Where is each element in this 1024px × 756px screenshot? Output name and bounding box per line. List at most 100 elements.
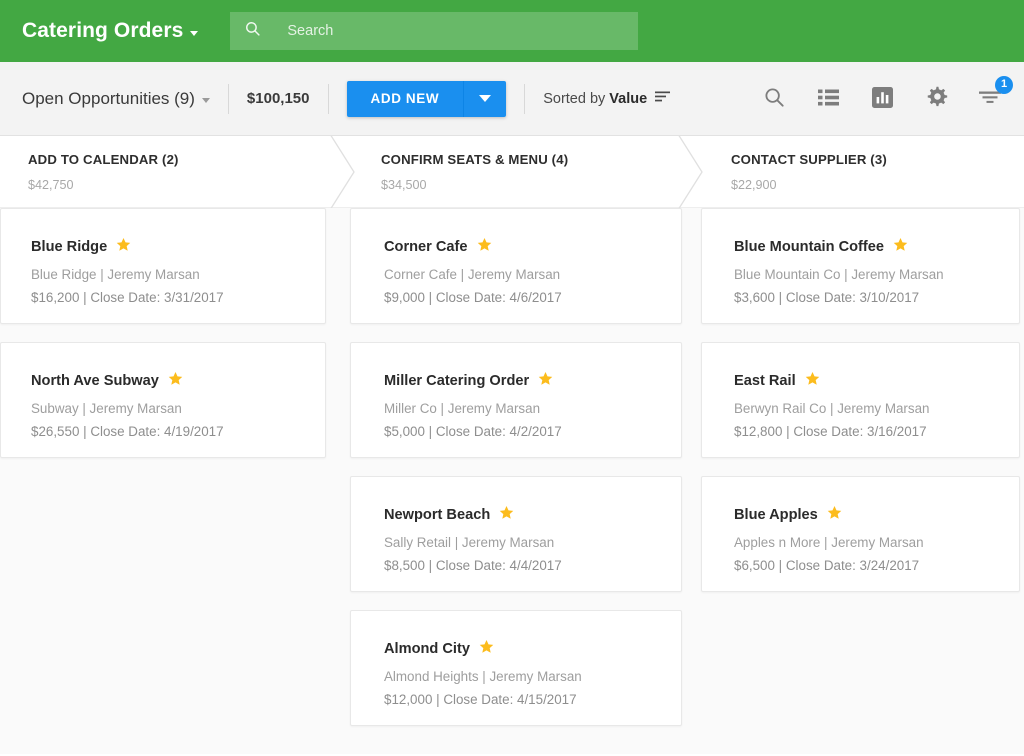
caret-down-icon bbox=[190, 30, 199, 36]
app-title-text: Catering Orders bbox=[22, 19, 184, 42]
search-input[interactable] bbox=[287, 12, 625, 50]
star-icon[interactable] bbox=[893, 237, 908, 257]
star-icon[interactable] bbox=[116, 237, 131, 257]
opportunity-card[interactable]: East Rail Berwyn Rail Co | Jeremy Marsan… bbox=[701, 342, 1020, 458]
opportunity-card[interactable]: Almond City Almond Heights | Jeremy Mars… bbox=[350, 610, 682, 726]
add-new-button-group[interactable]: ADD NEW bbox=[346, 80, 507, 117]
kanban-column-contact-supplier: Blue Mountain Coffee Blue Mountain Co | … bbox=[693, 208, 1024, 754]
card-account: Berwyn Rail Co | Jeremy Marsan bbox=[734, 401, 930, 416]
card-title: Almond City bbox=[384, 641, 470, 657]
star-icon[interactable] bbox=[805, 371, 820, 391]
card-title-row: Blue Apples bbox=[734, 505, 997, 525]
card-title: Corner Cafe bbox=[384, 239, 468, 255]
opportunity-card[interactable]: Corner Cafe Corner Cafe | Jeremy Marsan … bbox=[350, 208, 682, 324]
sorted-by-prefix: Sorted by bbox=[543, 90, 606, 107]
card-account: Subway | Jeremy Marsan bbox=[31, 401, 182, 416]
filter-count-badge: 1 bbox=[995, 75, 1013, 94]
star-icon[interactable] bbox=[827, 505, 842, 525]
card-title-row: Blue Ridge bbox=[31, 237, 303, 257]
toolbar-divider bbox=[524, 83, 526, 114]
card-account: Blue Mountain Co | Jeremy Marsan bbox=[734, 267, 944, 282]
gear-icon-button[interactable] bbox=[922, 85, 950, 113]
card-meta: $16,200 | Close Date: 3/31/2017 bbox=[31, 290, 224, 305]
card-meta: $6,500 | Close Date: 3/24/2017 bbox=[734, 558, 920, 573]
search-icon bbox=[244, 20, 261, 42]
card-meta: $3,600 | Close Date: 3/10/2017 bbox=[734, 290, 920, 305]
card-title-row: Corner Cafe bbox=[384, 237, 659, 257]
card-title: Blue Apples bbox=[734, 507, 818, 523]
card-title-row: Blue Mountain Coffee bbox=[734, 237, 997, 257]
card-account: Almond Heights | Jeremy Marsan bbox=[384, 669, 582, 684]
opportunity-card[interactable]: Blue Mountain Coffee Blue Mountain Co | … bbox=[701, 208, 1020, 324]
stage-value: $34,500 bbox=[381, 178, 427, 192]
card-title: Miller Catering Order bbox=[384, 373, 530, 389]
kanban-column-add-to-calendar: Blue Ridge Blue Ridge | Jeremy Marsan $1… bbox=[0, 208, 345, 754]
star-icon[interactable] bbox=[538, 371, 553, 391]
stage-header-contact-supplier[interactable]: CONTACT SUPPLIER (3) $22,900 bbox=[693, 136, 1024, 207]
star-icon[interactable] bbox=[499, 505, 514, 525]
list-toolbar: Open Opportunities (9) $100,150 ADD NEW … bbox=[0, 62, 1024, 136]
chart-view-icon bbox=[871, 86, 893, 111]
app-title[interactable]: Catering Orders bbox=[22, 19, 199, 43]
sorted-by-field: Value bbox=[609, 90, 648, 107]
app-header: Catering Orders bbox=[0, 0, 1024, 62]
add-new-button[interactable]: ADD NEW bbox=[346, 80, 465, 117]
star-icon[interactable] bbox=[477, 237, 492, 257]
card-account: Miller Co | Jeremy Marsan bbox=[384, 401, 541, 416]
stage-header-row: ADD TO CALENDAR (2) $42,750 CONFIRM SEAT… bbox=[0, 133, 1024, 211]
card-title: East Rail bbox=[734, 373, 796, 389]
card-title-row: Newport Beach bbox=[384, 505, 659, 525]
stage-header-add-to-calendar[interactable]: ADD TO CALENDAR (2) $42,750 bbox=[0, 136, 345, 207]
card-meta: $12,800 | Close Date: 3/16/2017 bbox=[734, 424, 927, 439]
opportunity-card[interactable]: North Ave Subway Subway | Jeremy Marsan … bbox=[0, 342, 326, 458]
kanban-column-confirm-seats-menu: Corner Cafe Corner Cafe | Jeremy Marsan … bbox=[345, 208, 693, 754]
stage-value: $42,750 bbox=[28, 178, 74, 192]
stage-header-confirm-seats-menu[interactable]: CONFIRM SEATS & MENU (4) $34,500 bbox=[345, 136, 693, 207]
card-meta: $26,550 | Close Date: 4/19/2017 bbox=[31, 424, 224, 439]
card-meta: $8,500 | Close Date: 4/4/2017 bbox=[384, 558, 562, 573]
scope-label: Open Opportunities (9) bbox=[22, 88, 195, 108]
card-title-row: East Rail bbox=[734, 371, 997, 391]
card-title-row: Almond City bbox=[384, 639, 659, 659]
star-icon[interactable] bbox=[479, 639, 494, 659]
filter-icon-button[interactable]: 1 bbox=[976, 75, 1013, 113]
gear-icon bbox=[925, 86, 948, 112]
card-meta: $12,000 | Close Date: 4/15/2017 bbox=[384, 692, 577, 707]
stage-name: CONTACT SUPPLIER (3) bbox=[731, 152, 887, 167]
add-new-dropdown-button[interactable] bbox=[464, 80, 507, 117]
card-title-row: North Ave Subway bbox=[31, 371, 303, 391]
list-view-icon-button[interactable] bbox=[814, 85, 842, 113]
search-icon-button[interactable] bbox=[760, 85, 788, 113]
stage-name: ADD TO CALENDAR (2) bbox=[28, 152, 179, 167]
card-account: Corner Cafe | Jeremy Marsan bbox=[384, 267, 561, 282]
stage-name: CONFIRM SEATS & MENU (4) bbox=[381, 152, 569, 167]
card-title: Blue Mountain Coffee bbox=[734, 239, 884, 255]
global-search-box[interactable] bbox=[230, 12, 639, 50]
card-meta: $9,000 | Close Date: 4/6/2017 bbox=[384, 290, 562, 305]
pipeline-total-amount: $100,150 bbox=[246, 90, 310, 107]
stage-value: $22,900 bbox=[731, 178, 777, 192]
card-title: Blue Ridge bbox=[31, 239, 108, 255]
card-account: Blue Ridge | Jeremy Marsan bbox=[31, 267, 200, 282]
opportunity-card[interactable]: Newport Beach Sally Retail | Jeremy Mars… bbox=[350, 476, 682, 592]
chart-view-icon-button[interactable] bbox=[868, 85, 896, 113]
card-meta: $5,000 | Close Date: 4/2/2017 bbox=[384, 424, 562, 439]
card-title: Newport Beach bbox=[384, 507, 491, 523]
sort-descending-icon bbox=[655, 90, 671, 107]
caret-down-icon bbox=[201, 97, 210, 103]
list-view-icon bbox=[817, 89, 839, 109]
card-account: Apples n More | Jeremy Marsan bbox=[734, 535, 924, 550]
caret-down-icon bbox=[479, 95, 492, 102]
opportunity-card[interactable]: Miller Catering Order Miller Co | Jeremy… bbox=[350, 342, 682, 458]
star-icon[interactable] bbox=[168, 371, 183, 391]
toolbar-divider bbox=[227, 83, 229, 114]
card-title: North Ave Subway bbox=[31, 373, 159, 389]
toolbar-divider bbox=[327, 83, 329, 114]
opportunity-card[interactable]: Blue Apples Apples n More | Jeremy Marsa… bbox=[701, 476, 1020, 592]
toolbar-icon-group: 1 bbox=[760, 75, 1013, 113]
opportunity-card[interactable]: Blue Ridge Blue Ridge | Jeremy Marsan $1… bbox=[0, 208, 326, 324]
sort-selector[interactable]: Sorted by Value bbox=[543, 90, 671, 107]
kanban-board: Blue Ridge Blue Ridge | Jeremy Marsan $1… bbox=[0, 208, 1024, 754]
card-title-row: Miller Catering Order bbox=[384, 371, 659, 391]
scope-selector[interactable]: Open Opportunities (9) bbox=[22, 89, 210, 109]
